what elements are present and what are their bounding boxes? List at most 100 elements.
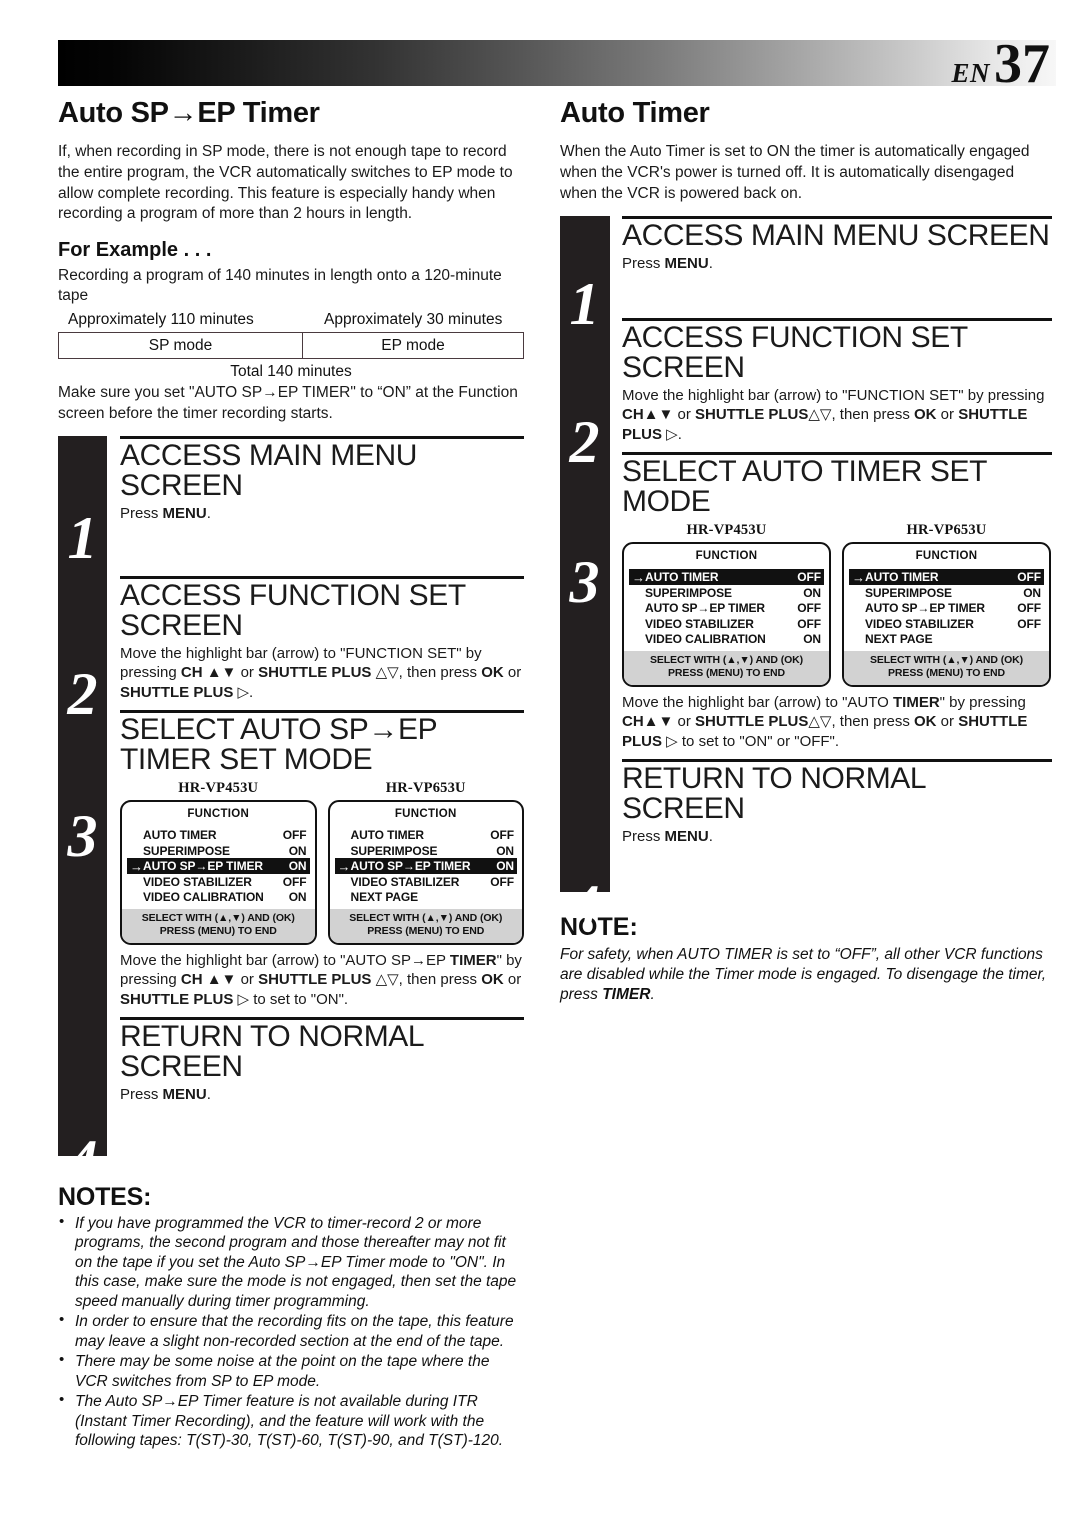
osd-item-value: OFF bbox=[797, 570, 821, 585]
osd-item-selected[interactable]: → AUTO SP→EP TIMER ON bbox=[334, 858, 517, 874]
osd-item[interactable]: VIDEO CALIBRATION ON bbox=[629, 631, 824, 647]
osd-footer: SELECT WITH (▲,▼) AND (OK) PRESS (MENU) … bbox=[122, 908, 315, 943]
note-text-post: . bbox=[650, 985, 655, 1003]
osd-item-list: AUTO TIMER OFF SUPERIMPOSE ON → AUTO SP→EP … bbox=[122, 827, 315, 909]
step-number-2-right: 2 bbox=[569, 409, 600, 476]
osd-item-selected[interactable]: → AUTO TIMER OFF bbox=[629, 569, 824, 585]
example-caption-sp: Approximately 110 minutes bbox=[68, 311, 254, 329]
osd-title: FUNCTION bbox=[394, 808, 457, 821]
osd-model-label: HR-VP453U bbox=[686, 522, 767, 539]
left-step-bodies: ACCESS MAIN MENU SCREEN Press MENU. ACCE… bbox=[120, 436, 524, 1156]
osd-item[interactable]: SUPERIMPOSE ON bbox=[127, 843, 310, 859]
step-2-right: ACCESS FUNCTION SET SCREEN Move the high… bbox=[622, 317, 1052, 453]
note-item: In order to ensure that the recording fi… bbox=[58, 1311, 524, 1351]
osd-item[interactable]: VIDEO STABILIZER OFF bbox=[629, 616, 824, 632]
step-4-text-right: Press MENU. bbox=[622, 827, 1052, 847]
osd-item-name: NEXT PAGE bbox=[350, 890, 419, 905]
osd-row-right: HR-VP453U FUNCTION → AUTO TIMER OFF SUPERI… bbox=[622, 522, 1052, 687]
osd-item[interactable]: VIDEO STABILIZER OFF bbox=[335, 874, 518, 890]
osd-item-value: ON bbox=[803, 585, 821, 600]
osd-item[interactable]: SUPERIMPOSE ON bbox=[629, 585, 824, 601]
osd-item-value: ON bbox=[288, 843, 307, 858]
left-steps: 1 2 3 4 ACCESS MAIN MENU SCREEN Press ME… bbox=[58, 436, 524, 1191]
note-heading: NOTE: bbox=[560, 912, 638, 941]
osd-item-name: VIDEO STABILIZER bbox=[865, 616, 974, 631]
selection-arrow-icon: → bbox=[632, 569, 645, 585]
notes-list: If you have programmed the VCR to timer-… bbox=[58, 1213, 524, 1451]
step-3-heading-right: SELECT AUTO TIMER SET MODE bbox=[622, 455, 987, 519]
osd-item[interactable]: SUPERIMPOSE ON bbox=[849, 585, 1044, 601]
right-column: Auto Timer When the Auto Timer is set to… bbox=[560, 98, 1052, 1005]
osd-title: FUNCTION bbox=[187, 808, 250, 821]
menu-button-label: MENU bbox=[664, 255, 709, 273]
example-caption-ep: Approximately 30 minutes bbox=[324, 311, 503, 329]
language-code: EN bbox=[951, 58, 990, 88]
period: . bbox=[206, 505, 211, 523]
step-number-2-left: 2 bbox=[67, 661, 98, 728]
menu-button-label: MENU bbox=[162, 1086, 207, 1104]
example-after-note: Make sure you set "AUTO SP→EP TIMER" to … bbox=[58, 384, 518, 422]
step-3-left: SELECT AUTO SP→EP TIMER SET MODE HR-VP45… bbox=[120, 710, 524, 1017]
osd-item[interactable]: SUPERIMPOSE ON bbox=[335, 843, 518, 859]
osd-item[interactable]: AUTO TIMER OFF bbox=[335, 827, 518, 843]
step-1-right: ACCESS MAIN MENU SCREEN Press MENU. bbox=[622, 216, 1052, 318]
step-4-heading-left: RETURN TO NORMAL SCREEN bbox=[120, 1020, 424, 1084]
osd-item-value: ON bbox=[496, 843, 514, 858]
step-number-3-left: 3 bbox=[67, 803, 98, 870]
osd-item-name: NEXT PAGE bbox=[865, 632, 933, 647]
selection-arrow-icon: → bbox=[130, 858, 143, 874]
osd-item[interactable]: VIDEO STABILIZER OFF bbox=[849, 616, 1044, 632]
right-steps: 1 2 3 4 ACCESS MAIN MENU SCREEN Press ME… bbox=[560, 216, 1052, 936]
osd-item-selected[interactable]: → AUTO SP→EP TIMER ON bbox=[127, 858, 310, 874]
osd-item-selected[interactable]: → AUTO TIMER OFF bbox=[849, 569, 1044, 585]
osd-item-value: OFF bbox=[797, 616, 821, 631]
step-3-text-right: Move the highlight bar (arrow) to "AUTO … bbox=[622, 693, 1028, 750]
osd-item[interactable]: NEXT PAGE bbox=[849, 631, 1044, 647]
step-1-text-left: Press MENU. bbox=[120, 504, 524, 524]
osd-title: FUNCTION bbox=[915, 550, 978, 563]
osd-item[interactable]: NEXT PAGE bbox=[335, 889, 518, 905]
section-title-auto-sp-ep-timer: Auto SP→EP Timer bbox=[58, 97, 320, 129]
osd-item-name: AUTO SP→EP TIMER bbox=[143, 859, 263, 874]
step-2-heading-right: ACCESS FUNCTION SET SCREEN bbox=[622, 320, 968, 384]
osd-item-name: VIDEO STABILIZER bbox=[645, 616, 754, 631]
osd-item[interactable]: AUTO TIMER OFF bbox=[127, 827, 310, 843]
period: . bbox=[708, 828, 713, 846]
osd-model-label: HR-VP453U bbox=[178, 780, 259, 797]
note-item: There may be some noise at the point on … bbox=[58, 1351, 524, 1391]
osd-footer-line-1: SELECT WITH (▲,▼) AND (OK) bbox=[649, 653, 804, 666]
example-captions: Approximately 110 minutes Approximately … bbox=[58, 311, 524, 329]
osd-item-list: → AUTO TIMER OFF SUPERIMPOSE ON AUTO SP→EP … bbox=[844, 569, 1049, 651]
osd-item-value: OFF bbox=[282, 828, 307, 843]
osd-item-name: AUTO SP→EP TIMER bbox=[350, 859, 471, 874]
osd-item[interactable]: VIDEO CALIBRATION ON bbox=[127, 889, 310, 905]
osd-footer-line-1: SELECT WITH (▲,▼) AND (OK) bbox=[141, 911, 295, 924]
osd-item[interactable]: AUTO SP→EP TIMER OFF bbox=[849, 600, 1044, 616]
step-3-heading-left: SELECT AUTO SP→EP TIMER SET MODE bbox=[120, 713, 437, 777]
example-intro: Recording a program of 140 minutes in le… bbox=[58, 266, 502, 305]
osd-footer-line-1: SELECT WITH (▲,▼) AND (OK) bbox=[869, 653, 1024, 666]
header-gradient-bar bbox=[58, 40, 1056, 86]
osd-item[interactable]: VIDEO STABILIZER OFF bbox=[127, 874, 310, 890]
osd-footer: SELECT WITH (▲,▼) AND (OK) PRESS (MENU) … bbox=[329, 908, 522, 943]
osd-box: FUNCTION → AUTO TIMER OFF SUPERIMPOSE ON AU… bbox=[842, 542, 1051, 687]
osd-item-value: OFF bbox=[490, 828, 514, 843]
notes-heading: NOTES: bbox=[58, 1182, 152, 1211]
osd-item-value: OFF bbox=[1017, 616, 1041, 631]
right-step-bodies: ACCESS MAIN MENU SCREEN Press MENU. ACCE… bbox=[622, 216, 1052, 892]
osd-item-list: → AUTO TIMER OFF SUPERIMPOSE ON AUTO SP→EP … bbox=[624, 569, 829, 651]
osd-item-value: ON bbox=[288, 859, 307, 874]
osd-model-label: HR-VP653U bbox=[906, 522, 987, 539]
osd-item-value: ON bbox=[496, 859, 514, 874]
period: . bbox=[206, 1086, 211, 1104]
step-4-right: RETURN TO NORMAL SCREEN Press MENU. bbox=[622, 759, 1052, 893]
osd-model-label: HR-VP653U bbox=[385, 780, 466, 797]
osd-box: FUNCTION AUTO TIMER OFF SUPERIMPOSE ON → AU… bbox=[327, 800, 524, 945]
osd-item-list: AUTO TIMER OFF SUPERIMPOSE ON → AUTO SP→EP … bbox=[330, 827, 523, 909]
page-number-block: EN 37 bbox=[951, 36, 1050, 92]
osd-item-value: ON bbox=[1023, 585, 1041, 600]
osd-item-name: SUPERIMPOSE bbox=[350, 843, 438, 858]
osd-footer-line-2: PRESS (MENU) TO END bbox=[367, 925, 485, 938]
step-2-heading-left: ACCESS FUNCTION SET SCREEN bbox=[120, 578, 466, 642]
osd-item[interactable]: AUTO SP→EP TIMER OFF bbox=[629, 600, 824, 616]
